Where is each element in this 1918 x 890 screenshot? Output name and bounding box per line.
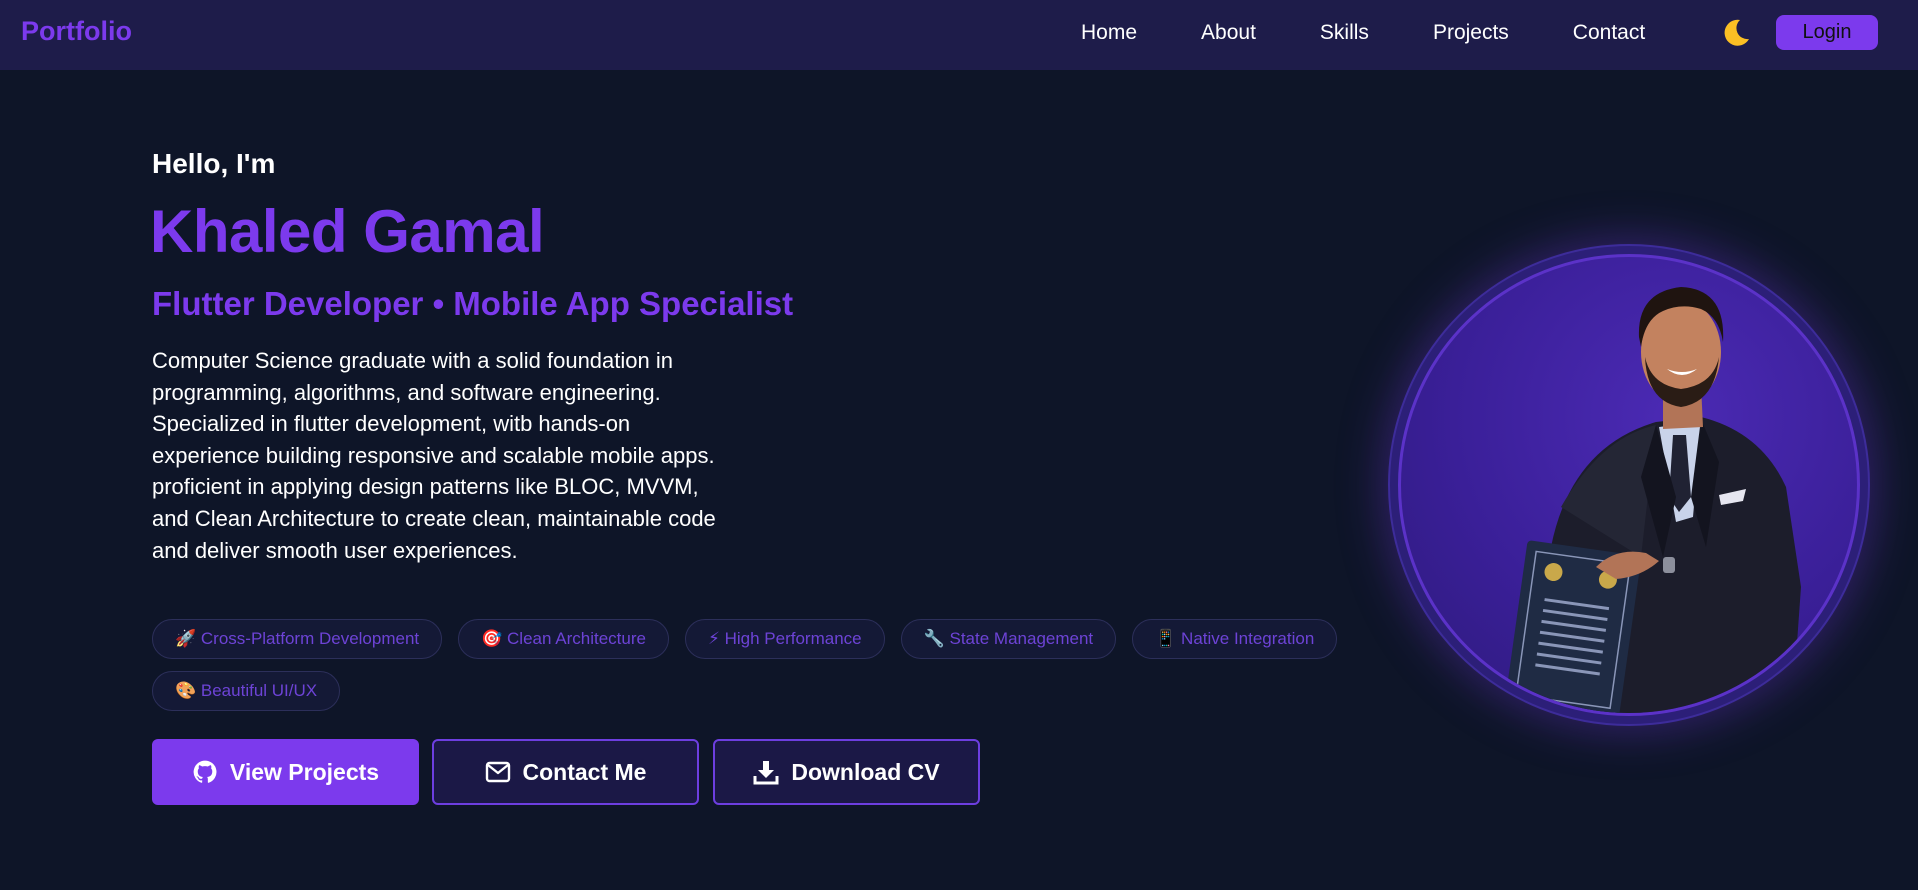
profile-photo-frame (1388, 244, 1870, 726)
hero-bio-paragraph-2: proficient in applying design patterns l… (152, 474, 716, 563)
github-icon (193, 760, 217, 783)
nav-link-skills[interactable]: Skills (1320, 20, 1369, 45)
view-projects-label: View Projects (229, 758, 380, 785)
envelope-icon (485, 761, 510, 783)
download-icon (753, 761, 779, 785)
hero-bio: Computer Science graduate with a solid f… (152, 345, 732, 566)
contact-me-button[interactable]: Contact Me (432, 739, 699, 805)
skill-tags: 🚀 Cross-Platform Development 🎯 Clean Arc… (152, 619, 1362, 711)
skill-tag: ⚡ High Performance (684, 619, 885, 659)
nav-link-about[interactable]: About (1201, 20, 1256, 45)
hero-name: Khaled Gamal (150, 198, 545, 265)
nav-links: Home About Skills Projects Contact (1081, 20, 1645, 45)
skill-tag: 📱 Native Integration (1132, 619, 1338, 659)
skill-tag: 🚀 Cross-Platform Development (152, 619, 443, 659)
theme-toggle-button[interactable] (1720, 17, 1752, 49)
profile-photo (1398, 254, 1860, 716)
hero-greeting: Hello, I'm (152, 148, 276, 179)
nav-link-contact[interactable]: Contact (1573, 20, 1645, 45)
download-cv-button[interactable]: Download CV (713, 739, 980, 805)
skill-tag: 🎯 Clean Architecture (458, 619, 669, 659)
skill-tag: 🎨 Beautiful UI/UX (152, 671, 341, 711)
skill-tag: 🔧 State Management (900, 619, 1117, 659)
brand-logo[interactable]: Portfolio (21, 16, 132, 47)
nav-link-home[interactable]: Home (1081, 20, 1137, 45)
contact-me-label: Contact Me (522, 758, 647, 785)
login-button[interactable]: Login (1776, 15, 1878, 50)
person-illustration (1505, 287, 1801, 713)
download-cv-label: Download CV (791, 758, 940, 785)
navbar: Portfolio Home About Skills Projects Con… (0, 0, 1918, 70)
nav-link-projects[interactable]: Projects (1433, 20, 1509, 45)
view-projects-button[interactable]: View Projects (152, 739, 419, 805)
moon-icon (1724, 19, 1749, 46)
hero-role: Flutter Developer • Mobile App Specialis… (152, 285, 794, 322)
hero-bio-paragraph-1: Computer Science graduate with a solid f… (152, 348, 715, 468)
